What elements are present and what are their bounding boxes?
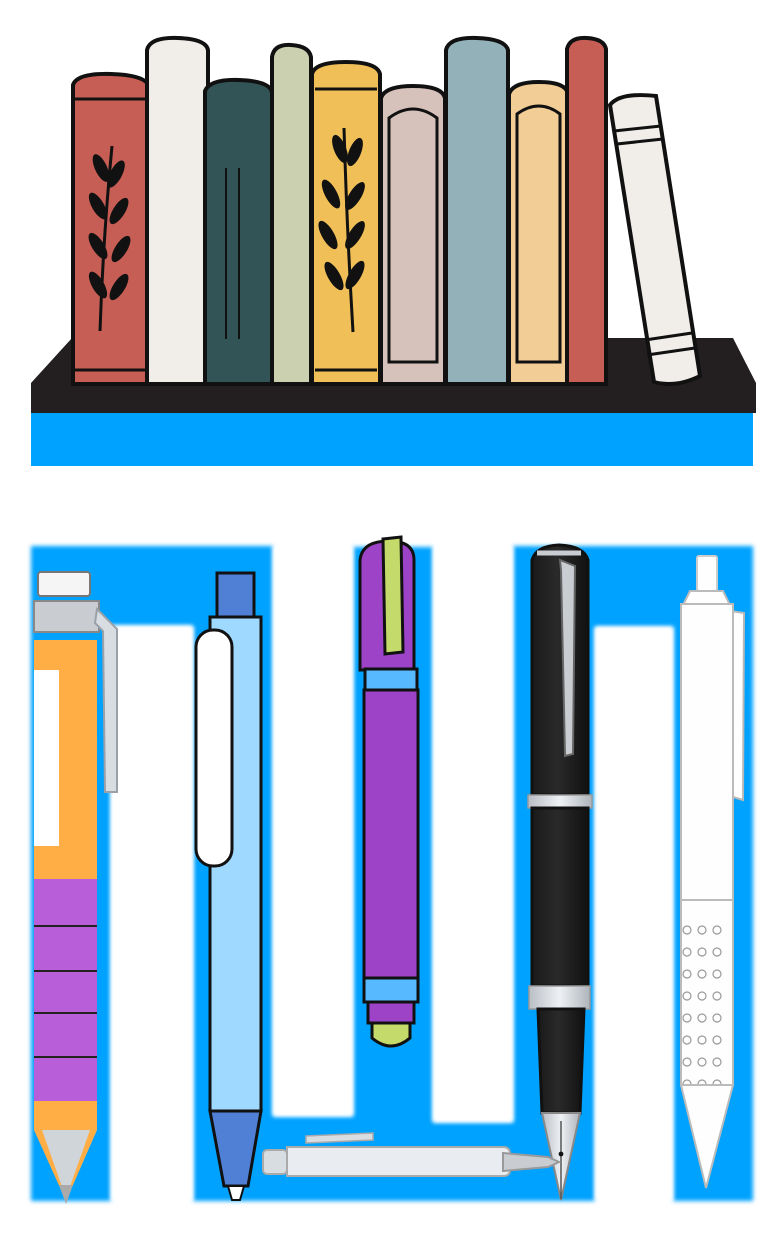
maze-white-corridor <box>273 546 353 1116</box>
book-yellow-leaf <box>310 59 382 386</box>
marker-pen-icon <box>358 535 420 1048</box>
book-red-slim <box>565 35 608 386</box>
book-red-leaf <box>71 71 151 386</box>
bookshelf-scene <box>31 35 756 466</box>
book-sage <box>270 42 313 386</box>
shelf-blue-front <box>31 409 753 466</box>
book-pink <box>379 83 447 386</box>
maze-white-corridor <box>433 546 513 1122</box>
pen-maze-scene <box>31 535 753 1204</box>
maze-white-corridor <box>111 626 193 1201</box>
book-teal <box>203 77 274 386</box>
maze-white-corridor <box>595 627 673 1201</box>
illustration-stage <box>0 0 770 1248</box>
bookshelf-and-pens-illustration <box>31 35 756 1204</box>
book-white-tall <box>145 35 210 386</box>
book-blue-gray <box>444 35 510 386</box>
book-peach <box>507 79 570 386</box>
